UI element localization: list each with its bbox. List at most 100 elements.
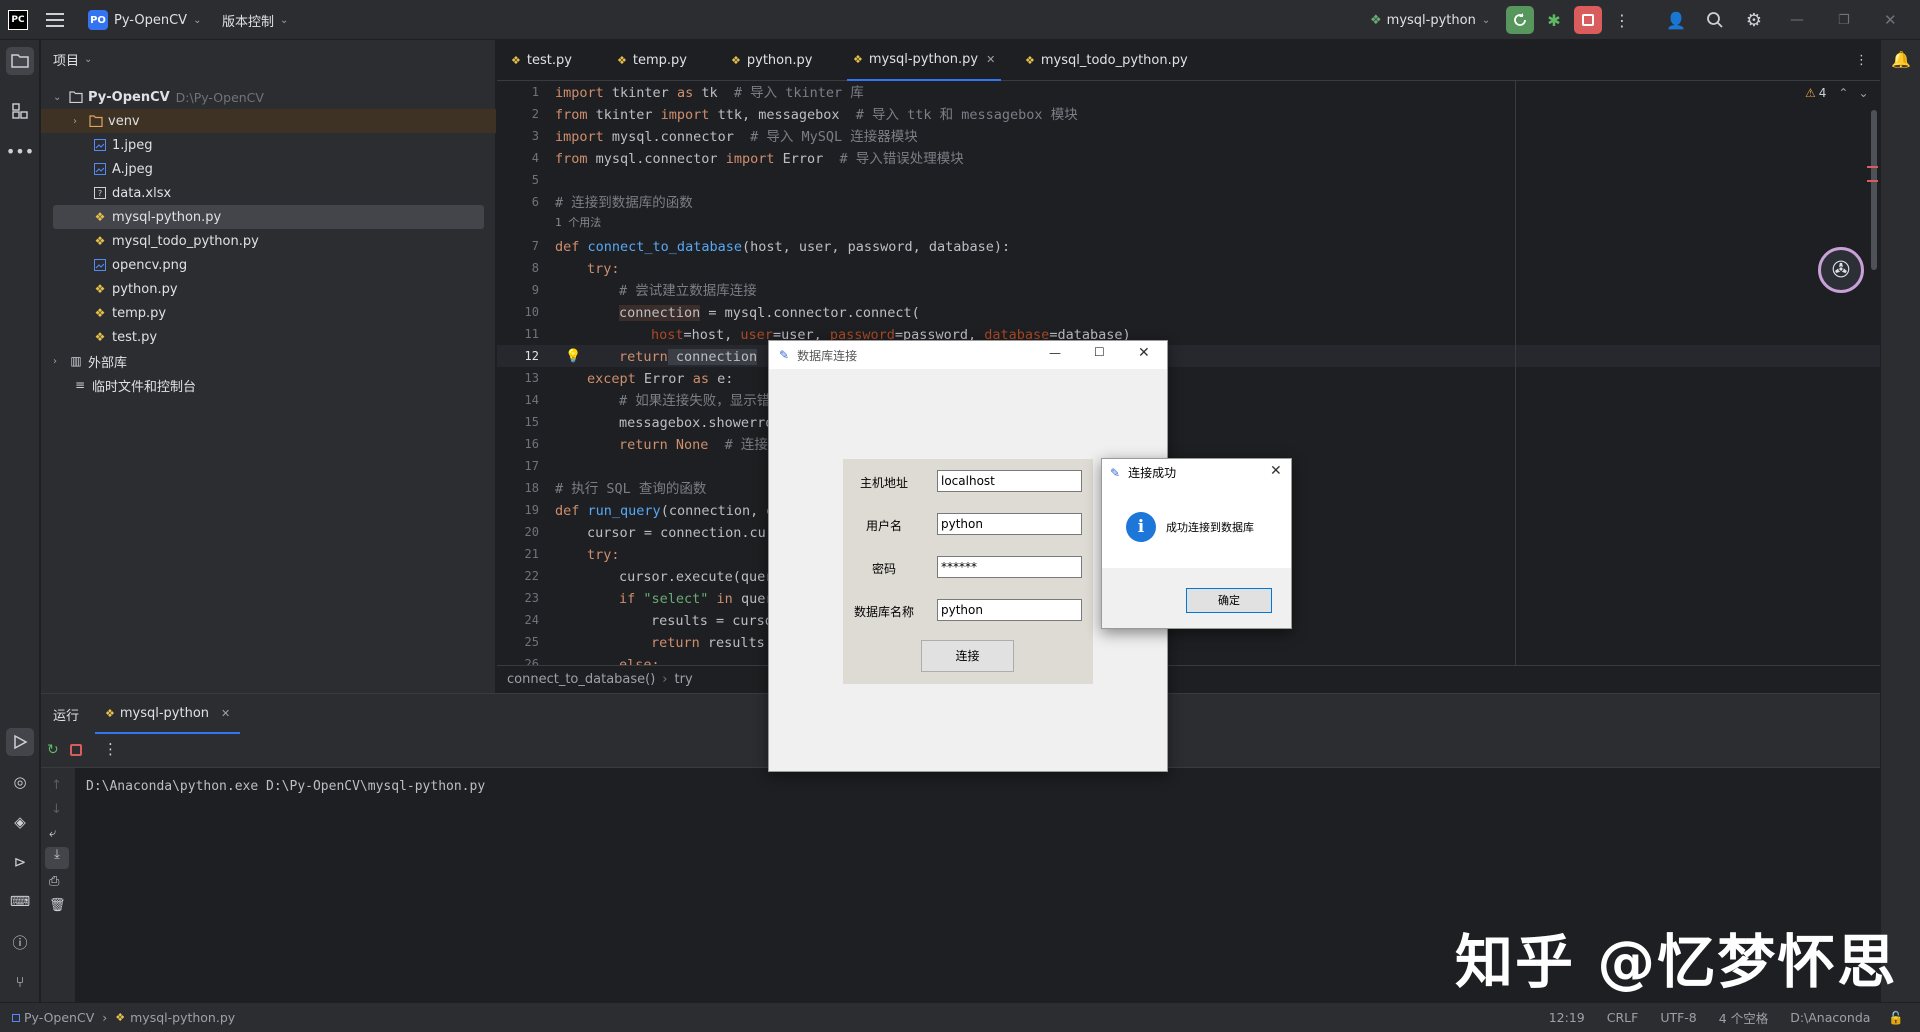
error-stripe-mark[interactable] [1867, 180, 1878, 182]
tab-mysql-python-py[interactable]: ❖ mysql-python.py ✕ [847, 40, 1002, 81]
soft-wrap-icon[interactable]: ⤶ [49, 826, 56, 841]
rerun-icon[interactable]: ↻ [47, 742, 59, 758]
python-icon: ❖ [1370, 12, 1382, 28]
console-output[interactable]: D:\Anaconda\python.exe D:\Py-OpenCV\mysq… [86, 779, 485, 794]
status-indent[interactable]: 4 个空格 [1719, 1008, 1768, 1027]
host-input[interactable]: localhost [937, 470, 1082, 492]
structure-tool-button[interactable] [6, 97, 34, 125]
terminal-button[interactable]: ⌨ [6, 888, 34, 916]
line-number: 8 [531, 261, 539, 275]
more-actions-button[interactable]: ⋮ [1608, 6, 1636, 34]
tree-item-scratches[interactable]: ≡ 临时文件和控制台 [73, 373, 545, 397]
notifications-button[interactable]: 🔔 [1891, 50, 1911, 69]
status-caret-position[interactable]: 12:19 [1549, 1010, 1585, 1025]
more-vertical-icon[interactable]: ⋮ [103, 740, 118, 758]
tree-item-temp-py[interactable]: ❖ temp.py [93, 301, 565, 325]
code-line-4: from mysql.connector import Error # 导入错误… [555, 151, 964, 167]
code-line-15: messagebox.showerro [619, 415, 774, 431]
status-encoding[interactable]: UTF-8 [1660, 1010, 1696, 1025]
tab-python-py[interactable]: ❖ python.py [731, 40, 812, 81]
vcs-selector[interactable]: 版本控制 ⌄ [222, 0, 288, 40]
trash-icon[interactable]: 🗑 [49, 898, 66, 913]
run-tool-button[interactable] [6, 728, 34, 756]
tab-test-py[interactable]: ❖ test.py [511, 40, 572, 81]
database-label: 数据库名称 [853, 605, 914, 619]
maximize-button[interactable]: ☐ [1094, 345, 1105, 359]
maximize-button[interactable]: ❐ [1838, 0, 1850, 40]
tree-item-venv[interactable]: › venv [41, 109, 496, 133]
breadcrumb-part[interactable]: try [675, 672, 693, 687]
database-input[interactable]: python [937, 599, 1082, 621]
status-interpreter[interactable]: D:\Anaconda [1790, 1010, 1870, 1025]
tree-item-mysql-python[interactable]: ❖ mysql-python.py [53, 205, 484, 229]
ok-button[interactable]: 确定 [1186, 588, 1272, 613]
debug-button[interactable]: ✱ [1540, 6, 1568, 34]
tree-item-python-py[interactable]: ❖ python.py [93, 277, 565, 301]
status-line-separator[interactable]: CRLF [1607, 1010, 1639, 1025]
print-icon[interactable]: ⎙ [49, 874, 59, 889]
close-window-button[interactable]: ✕ [1884, 0, 1897, 40]
connect-button[interactable]: 连接 [921, 640, 1014, 672]
arrow-down-icon[interactable]: ↓ [51, 802, 62, 817]
tree-item-data-xlsx[interactable]: ? data.xlsx [93, 181, 565, 205]
rerun-button[interactable] [1506, 6, 1534, 34]
close-button[interactable]: ✕ [1138, 345, 1150, 361]
tree-item-opencv-png[interactable]: opencv.png [93, 253, 565, 277]
error-stripe-mark[interactable] [1867, 166, 1878, 168]
python-console-button[interactable]: ◎ [6, 768, 34, 796]
services-button[interactable]: ⊳ [6, 848, 34, 876]
git-button[interactable]: ⑂ [6, 968, 34, 996]
run-config-selector[interactable]: ❖ mysql-python ⌄ [1370, 0, 1490, 40]
minimize-button[interactable]: — [1049, 346, 1061, 360]
assistant-floating-button[interactable]: ✇ [1818, 247, 1864, 293]
usage-hint[interactable]: 1 个用法 [555, 213, 601, 233]
arrow-up-icon[interactable]: ↑ [51, 778, 62, 793]
close-button[interactable]: ✕ [1270, 463, 1282, 479]
run-tab-mysql-python[interactable]: ❖ mysql-python ✕ [95, 694, 241, 734]
lock-icon[interactable]: 🔓 [1888, 1010, 1904, 1026]
stop-button[interactable] [1574, 6, 1602, 34]
problems-button[interactable]: ⓘ [6, 928, 34, 956]
close-tab-icon[interactable]: ✕ [986, 53, 995, 66]
code-line-20: cursor = connection.cur [587, 525, 774, 541]
more-tools-button[interactable]: ••• [6, 137, 34, 165]
password-input[interactable]: ****** [937, 556, 1082, 578]
tree-item-mysql-todo-python[interactable]: ❖ mysql_todo_python.py [93, 229, 565, 253]
tab-mysql-todo-python-py[interactable]: ❖ mysql_todo_python.py [1025, 40, 1188, 81]
line-number: 13 [524, 371, 539, 385]
editor-scrollbar[interactable] [1871, 110, 1877, 270]
inspection-widget[interactable]: ⚠ 4 ⌃ ⌄ [1805, 86, 1869, 100]
line-number: 22 [524, 569, 539, 583]
success-message: 成功连接到数据库 [1166, 521, 1254, 534]
stop-icon[interactable] [70, 744, 82, 756]
tree-item-a-jpeg[interactable]: A.jpeg [93, 157, 565, 181]
breadcrumb-function[interactable]: connect_to_database() [507, 672, 655, 687]
tree-item-1-jpeg[interactable]: 1.jpeg [93, 133, 565, 157]
project-tool-button[interactable] [6, 47, 34, 75]
status-project[interactable]: Py-OpenCV [12, 1010, 94, 1025]
project-selector[interactable]: PO Py-OpenCV ⌄ [88, 0, 201, 40]
main-menu-icon[interactable] [46, 0, 64, 40]
tree-item-external-libraries[interactable]: › ▥ 外部库 [53, 349, 525, 373]
tab-temp-py[interactable]: ❖ temp.py [617, 40, 687, 81]
tree-root[interactable]: ⌄ Py-OpenCV D:\Py-OpenCV [53, 85, 525, 109]
project-panel-header[interactable]: 项目 ⌄ [53, 50, 92, 69]
search-button[interactable] [1701, 6, 1729, 34]
minimize-button[interactable]: — [1790, 0, 1804, 40]
app-logo[interactable]: PC [8, 0, 28, 40]
python-packages-button[interactable]: ◈ [6, 808, 34, 836]
line-number: 23 [524, 591, 539, 605]
tabs-more-button[interactable]: ⋮ [1855, 40, 1868, 81]
user-input[interactable]: python [937, 513, 1082, 535]
code-line-8: try: [587, 261, 620, 277]
close-tab-icon[interactable]: ✕ [221, 707, 230, 720]
problems-icon: ⓘ [12, 933, 28, 952]
lightbulb-icon[interactable]: 💡 [565, 349, 581, 364]
settings-button[interactable]: ⚙ [1740, 6, 1768, 34]
code-with-me-button[interactable]: 👤 [1662, 6, 1690, 34]
status-file[interactable]: ❖ mysql-python.py [115, 1010, 235, 1025]
layers-icon: ◈ [14, 813, 26, 831]
tree-item-test-py[interactable]: ❖ test.py [93, 325, 565, 349]
right-tool-window-bar: 🔔 [1880, 40, 1920, 1002]
scroll-to-end-icon[interactable]: ⤓ [45, 847, 69, 869]
